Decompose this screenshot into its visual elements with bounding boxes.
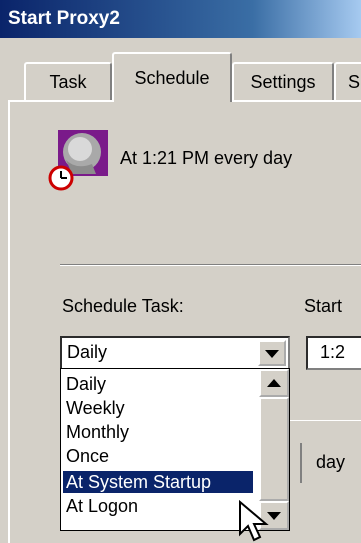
mouse-cursor-icon	[236, 499, 280, 543]
dialog-window: Start Proxy2 Task Schedule Settings S At…	[0, 0, 361, 543]
clock-icon	[48, 165, 74, 191]
window-title: Start Proxy2	[8, 8, 120, 29]
tab-settings[interactable]: Settings	[232, 62, 334, 100]
option-daily[interactable]: Daily	[63, 373, 253, 395]
start-time-label: Start	[304, 296, 343, 316]
section-divider	[290, 420, 361, 421]
tab-schedule[interactable]: Schedule	[112, 52, 232, 102]
option-monthly[interactable]: Monthly	[63, 421, 253, 443]
scroll-thumb[interactable]	[259, 397, 289, 501]
tab-task[interactable]: Task	[24, 62, 112, 100]
dropdown-arrow-icon[interactable]	[258, 340, 286, 366]
day-label: day	[316, 452, 346, 472]
schedule-task-combo[interactable]: Daily	[60, 336, 290, 370]
option-once[interactable]: Once	[63, 445, 253, 467]
schedule-summary: At 1:21 PM every day	[120, 148, 293, 168]
days-spinner[interactable]	[290, 443, 302, 483]
title-bar[interactable]: Start Proxy2	[0, 0, 361, 38]
scroll-up-icon[interactable]	[259, 369, 289, 397]
divider	[60, 264, 361, 266]
tab-partial[interactable]: S	[334, 62, 361, 100]
schedule-task-label: Schedule Task:	[62, 296, 184, 316]
start-time-field[interactable]: 1:2	[306, 336, 361, 370]
option-weekly[interactable]: Weekly	[63, 397, 253, 419]
option-at-system-startup[interactable]: At System Startup	[63, 471, 253, 493]
option-at-logon[interactable]: At Logon	[63, 495, 253, 517]
